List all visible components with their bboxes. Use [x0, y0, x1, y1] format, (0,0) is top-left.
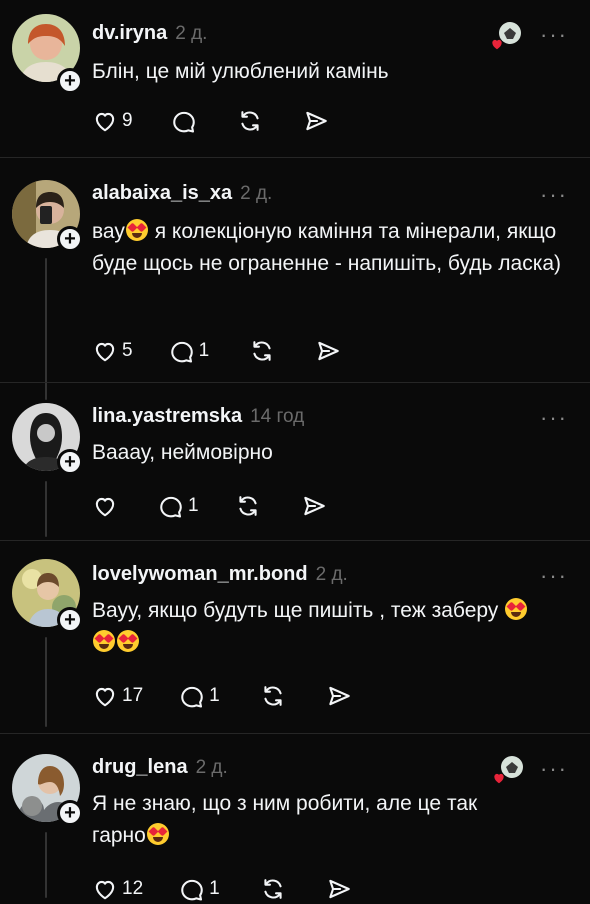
repost-button[interactable]: [260, 683, 286, 709]
follow-plus-icon[interactable]: +: [57, 68, 83, 94]
timestamp: 2 д.: [315, 564, 348, 585]
thread-line: [45, 637, 47, 727]
username[interactable]: drug_lena: [92, 756, 188, 779]
comment-text: Я не знаю, що з ним робити, але це так г…: [92, 788, 532, 852]
like-button[interactable]: 9: [92, 108, 133, 134]
reply-count: 1: [198, 340, 210, 361]
reply-count: 1: [209, 878, 220, 899]
follow-plus-icon[interactable]: +: [57, 800, 83, 826]
comment-text: Вауу, якщо будуть ще пишіть , теж заберу: [92, 595, 572, 659]
heart-outline-icon: [92, 338, 118, 364]
reply-button[interactable]: [171, 108, 197, 134]
timestamp: 2 д.: [240, 183, 273, 204]
comment-text-part: вау: [92, 220, 125, 243]
repost-arrows-icon: [235, 493, 261, 519]
speech-bubble-icon: [158, 493, 184, 519]
speech-bubble-icon: [179, 876, 205, 902]
send-arrow-icon: [315, 338, 341, 364]
repost-button[interactable]: [260, 876, 286, 902]
divider: [0, 382, 590, 383]
thread-line: [45, 258, 47, 400]
comment-text-part: Вауу, якщо будуть ще пишіть , теж заберу: [92, 599, 505, 622]
divider: [0, 733, 590, 734]
like-button[interactable]: 5: [92, 338, 133, 364]
heart-outline-icon: [92, 108, 118, 134]
like-count: 5: [122, 340, 133, 361]
thread-line: [45, 481, 47, 537]
comment-text-part: я колекціоную каміння та мінерали, якщо …: [92, 220, 562, 275]
repost-button[interactable]: [249, 338, 275, 364]
divider: [0, 157, 590, 158]
repost-arrows-icon: [249, 338, 275, 364]
comment-text: Блін, це мій улюблений камінь: [92, 60, 389, 83]
share-button[interactable]: [315, 338, 341, 364]
timestamp: 2 д.: [195, 757, 228, 778]
more-horizontal-icon[interactable]: ···: [540, 758, 568, 780]
more-horizontal-icon[interactable]: ···: [540, 565, 568, 587]
repost-arrows-icon: [260, 876, 286, 902]
username[interactable]: alabaixa_is_xa: [92, 182, 232, 205]
like-count: 9: [122, 110, 133, 131]
author-reaction-icon: [494, 754, 524, 784]
repost-button[interactable]: [235, 493, 261, 519]
share-button[interactable]: [303, 108, 329, 134]
like-button[interactable]: 12: [92, 876, 143, 902]
repost-button[interactable]: [237, 108, 263, 134]
follow-plus-icon[interactable]: +: [57, 449, 83, 475]
speech-bubble-icon: [179, 683, 205, 709]
heart-outline-icon: [92, 876, 118, 902]
share-button[interactable]: [301, 493, 327, 519]
timestamp: 14 год: [250, 406, 305, 427]
like-button[interactable]: 17: [92, 683, 143, 709]
username[interactable]: lovelywoman_mr.bond: [92, 563, 308, 586]
more-horizontal-icon[interactable]: ···: [540, 24, 568, 46]
send-arrow-icon: [303, 108, 329, 134]
repost-arrows-icon: [260, 683, 286, 709]
heart-eyes-emoji-icon: [146, 823, 169, 845]
repost-arrows-icon: [237, 108, 263, 134]
reply-count: 1: [188, 495, 199, 516]
heart-eyes-emoji-icon: [93, 630, 115, 652]
follow-plus-icon[interactable]: +: [57, 607, 83, 633]
comment-text: вау я колекціоную каміння та мінерали, я…: [92, 216, 572, 280]
like-count: 12: [122, 878, 144, 899]
like-button[interactable]: [92, 493, 118, 519]
send-arrow-icon: [326, 876, 352, 902]
thread-line: [45, 832, 47, 898]
more-horizontal-icon[interactable]: ···: [540, 407, 568, 429]
username[interactable]: lina.yastremska: [92, 405, 242, 428]
speech-bubble-icon: [169, 338, 195, 364]
speech-bubble-icon: [171, 108, 197, 134]
author-reaction-icon: [492, 20, 522, 50]
divider: [0, 540, 590, 541]
send-arrow-icon: [301, 493, 327, 519]
heart-eyes-emoji-icon: [125, 219, 148, 241]
comment-text: Вааау, неймовірно: [92, 441, 273, 464]
timestamp: 2 д.: [175, 23, 208, 44]
like-count: 17: [122, 685, 144, 706]
reply-button[interactable]: 1: [179, 683, 220, 709]
send-arrow-icon: [326, 683, 352, 709]
share-button[interactable]: [326, 683, 352, 709]
heart-outline-icon: [92, 683, 118, 709]
follow-plus-icon[interactable]: +: [57, 226, 83, 252]
heart-eyes-emoji-icon: [117, 630, 139, 652]
username[interactable]: dv.iryna: [92, 22, 167, 45]
reply-button[interactable]: 1: [169, 338, 210, 364]
heart-eyes-emoji-icon: [505, 598, 528, 620]
reply-button[interactable]: 1: [158, 493, 199, 519]
reply-button[interactable]: 1: [179, 876, 220, 902]
reply-count: 1: [209, 685, 220, 706]
more-horizontal-icon[interactable]: ···: [540, 184, 568, 206]
heart-outline-icon: [92, 493, 118, 519]
share-button[interactable]: [326, 876, 352, 902]
